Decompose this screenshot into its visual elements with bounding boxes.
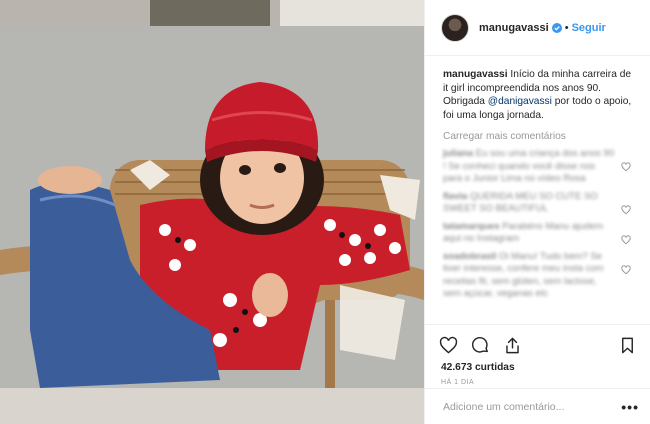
bookmark-icon[interactable] — [618, 336, 637, 355]
like-comment-heart-icon[interactable] — [621, 234, 631, 245]
heart-icon[interactable] — [439, 336, 458, 355]
separator-dot: • — [564, 21, 569, 34]
like-comment-heart-icon[interactable] — [621, 204, 631, 215]
more-options-icon[interactable]: ••• — [621, 400, 639, 414]
comment-icon[interactable] — [471, 336, 490, 355]
likes-count[interactable]: 42.673 curtidas — [439, 362, 637, 373]
like-comment-heart-icon[interactable] — [621, 162, 631, 172]
verified-icon — [551, 22, 562, 33]
post-image — [0, 0, 424, 424]
post-caption: manugavassi Início da minha carreira de … — [443, 68, 635, 122]
comment-username[interactable]: tatamarques — [443, 221, 500, 232]
comment-item: tatamarques Parabéns Manu ajudem aqui no… — [443, 221, 635, 246]
caption-mention[interactable]: @danigavassi — [488, 96, 552, 107]
like-comment-heart-icon[interactable] — [621, 264, 631, 275]
post-sidebar: manugavassi • Seguir manugavassi Início … — [424, 0, 650, 424]
post-photo[interactable] — [0, 0, 424, 424]
follow-button[interactable]: Seguir — [572, 22, 606, 34]
comment-input[interactable] — [443, 400, 622, 413]
comments-section: manugavassi Início da minha carreira de … — [425, 56, 650, 324]
comment-username[interactable]: soadobrasil — [443, 251, 496, 262]
load-more-comments[interactable]: Carregar mais comentários — [443, 131, 635, 142]
comment-item: soadobrasil Oi Manu! Tudo bem? Se tiver … — [443, 251, 635, 301]
comment-item: flavia QUERIDA MEU SO CUTE SO SWEET SO B… — [443, 191, 635, 216]
comment-username[interactable]: flavia — [443, 191, 467, 202]
add-comment-bar: ••• — [425, 388, 650, 424]
comment-item: juliana Eu sou uma criança dos anos 90 !… — [443, 148, 635, 186]
caption-username[interactable]: manugavassi — [443, 69, 508, 80]
comment-username[interactable]: juliana — [443, 148, 473, 159]
username-link[interactable]: manugavassi — [479, 22, 549, 34]
post-header: manugavassi • Seguir — [425, 0, 650, 56]
action-icon-row — [439, 331, 637, 359]
comment-list: juliana Eu sou uma criança dos anos 90 !… — [443, 148, 635, 301]
post-actions: 42.673 curtidas HÁ 1 DIA — [425, 324, 650, 386]
comment-text: QUERIDA MEU SO CUTE SO SWEET SO BEAUTIFU… — [443, 190, 598, 215]
avatar[interactable] — [441, 13, 469, 42]
share-icon[interactable] — [503, 336, 522, 355]
post-timestamp[interactable]: HÁ 1 DIA — [439, 379, 637, 386]
